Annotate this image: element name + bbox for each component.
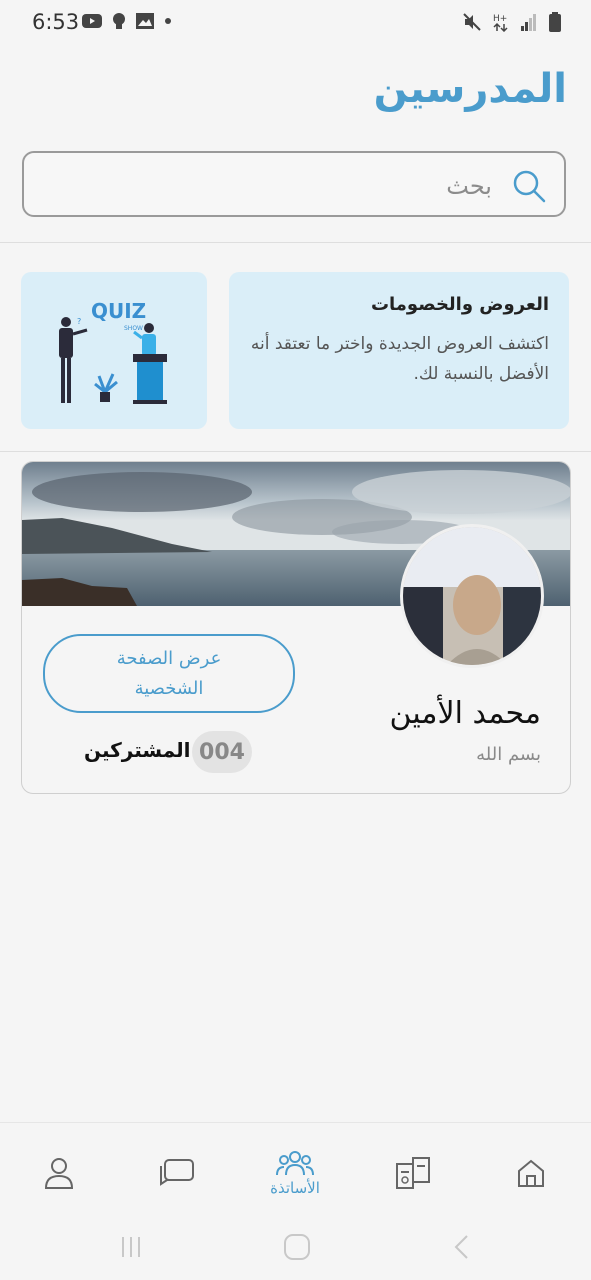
home-button-icon[interactable] xyxy=(283,1233,311,1261)
gallery-icon xyxy=(136,13,154,29)
view-profile-button[interactable]: عرض الصفحة الشخصية xyxy=(43,634,295,713)
bulb-icon xyxy=(113,13,125,29)
status-bar: 6:53 H+ xyxy=(0,0,591,46)
teacher-name: محمد الأمين xyxy=(389,696,541,731)
bottom-navigation: الأساتذة xyxy=(0,1122,591,1223)
page-title: المدرسين xyxy=(373,66,567,112)
search-icon[interactable] xyxy=(512,169,546,203)
nav-exams[interactable] xyxy=(363,1123,463,1223)
recent-apps-icon[interactable] xyxy=(118,1234,144,1260)
profile-icon xyxy=(44,1158,74,1189)
network-hplus-icon: H+ xyxy=(493,14,508,32)
teachers-icon xyxy=(276,1151,314,1176)
nav-profile[interactable] xyxy=(9,1123,109,1223)
show-text: SHOW xyxy=(124,325,143,332)
battery-icon xyxy=(549,12,561,32)
quiz-text: QUIZ xyxy=(91,299,146,323)
teacher-avatar[interactable] xyxy=(400,524,544,668)
teacher-tagline: بسم الله xyxy=(476,744,541,765)
svg-text:H+: H+ xyxy=(493,14,507,24)
dot-icon xyxy=(165,18,171,24)
offers-description: اكتشف العروض الجديدة واختر ما تعتقد أنه … xyxy=(250,334,549,384)
status-time: 6:53 xyxy=(32,10,80,34)
chat-icon xyxy=(160,1159,194,1186)
search-bar[interactable] xyxy=(22,151,566,217)
signal-icon xyxy=(521,14,536,31)
divider xyxy=(0,451,591,452)
nav-teachers[interactable]: الأساتذة xyxy=(245,1123,345,1223)
subscribers-count-badge: 004 xyxy=(192,731,252,773)
system-navigation-bar xyxy=(0,1222,591,1280)
search-input[interactable] xyxy=(70,167,494,205)
youtube-icon xyxy=(82,14,102,28)
home-icon xyxy=(518,1159,544,1187)
divider xyxy=(0,242,591,243)
svg-text:?: ? xyxy=(77,317,81,326)
avatar-photo xyxy=(403,527,541,665)
quiz-illustration-card[interactable]: QUIZ SHOW ? xyxy=(21,272,207,429)
nav-chat[interactable] xyxy=(127,1123,227,1223)
offers-title: العروض والخصومات xyxy=(370,294,549,315)
nav-home[interactable] xyxy=(481,1123,581,1223)
mute-icon xyxy=(463,13,481,31)
subscribers-label: المشتركين xyxy=(84,738,191,762)
offers-card[interactable]: العروض والخصومات اكتشف العروض الجديدة وا… xyxy=(229,272,569,429)
quiz-show-illustration: QUIZ SHOW ? xyxy=(59,299,167,404)
back-icon[interactable] xyxy=(452,1234,472,1260)
nav-teachers-label: الأساتذة xyxy=(270,1179,320,1197)
exams-icon xyxy=(396,1157,430,1189)
